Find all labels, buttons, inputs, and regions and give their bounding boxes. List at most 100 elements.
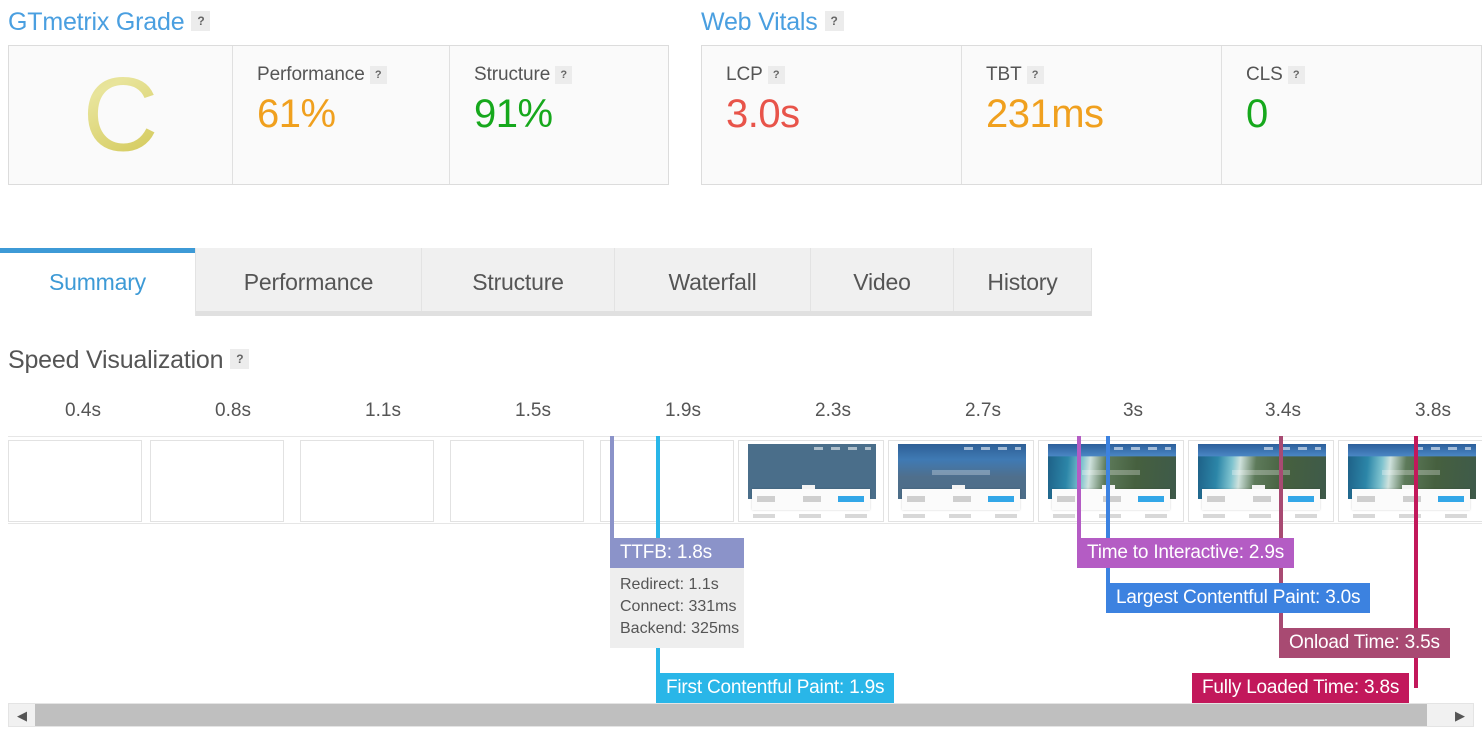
filmstrip-frame[interactable] (1038, 440, 1184, 522)
gtmetrix-grade-heading: GTmetrix Grade? (8, 8, 211, 37)
speed-visualization-body: 0.4s 0.8s 1.1s 1.5s 1.9s 2.3s 2.7s 3s 3.… (8, 400, 1482, 733)
lcp-help-icon[interactable]: ? (767, 66, 785, 84)
structure-label-text: Structure (474, 64, 551, 85)
thumb-form-card (901, 485, 1021, 510)
filmstrip-frame[interactable] (450, 440, 584, 522)
horizontal-scrollbar[interactable]: ◀ ▶ (8, 703, 1474, 727)
tab-structure[interactable]: Structure (422, 248, 615, 316)
speed-visualization-help-icon[interactable]: ? (230, 349, 250, 369)
web-vitals-title: Web Vitals (701, 8, 818, 36)
thumb-nav (963, 446, 1022, 450)
grade-cell: C (9, 46, 233, 184)
lcp-label-text: LCP (726, 64, 763, 85)
tick-0: 0.4s (65, 400, 101, 421)
filmstrip-frame[interactable] (1188, 440, 1334, 522)
tick-1: 0.8s (215, 400, 251, 421)
filmstrip-frame[interactable] (300, 440, 434, 522)
thumb-headline (1082, 469, 1140, 475)
tick-7: 3s (1122, 400, 1144, 421)
page-thumbnail (739, 441, 883, 521)
structure-help-icon[interactable]: ? (555, 66, 573, 84)
cls-help-icon[interactable]: ? (1287, 66, 1305, 84)
cls-value: 0 (1246, 92, 1268, 136)
marker-line-lcp (1106, 436, 1110, 598)
thumb-card-fields (906, 496, 983, 502)
thumb-card-fields (756, 496, 833, 502)
tab-summary[interactable]: Summary (0, 248, 196, 316)
tab-history-label: History (987, 268, 1058, 295)
tick-8: 3.4s (1265, 400, 1301, 421)
tbt-help-icon[interactable]: ? (1026, 66, 1044, 84)
thumb-card-button (1288, 495, 1315, 503)
thumb-card-fields (1056, 496, 1133, 502)
label-largest-contentful-paint[interactable]: Largest Contentful Paint: 3.0s (1106, 583, 1371, 613)
thumb-card-button (1438, 495, 1465, 503)
web-vitals-help-icon[interactable]: ? (824, 11, 844, 31)
tab-history[interactable]: History (954, 248, 1092, 316)
tbt-cell: TBT? 231ms (962, 46, 1222, 184)
tab-performance[interactable]: Performance (196, 248, 422, 316)
performance-label-text: Performance (257, 64, 365, 85)
scroll-left-arrow-icon[interactable]: ◀ (9, 704, 35, 726)
tick-3: 1.5s (515, 400, 551, 421)
scroll-right-arrow-icon[interactable]: ▶ (1447, 704, 1473, 726)
speed-visualization-title: Speed Visualization (8, 346, 224, 374)
ttfb-title: TTFB: 1.8s (610, 538, 744, 568)
tab-video[interactable]: Video (811, 248, 954, 316)
web-vitals-heading: Web Vitals? (701, 8, 844, 37)
gtmetrix-grade-help-icon[interactable]: ? (191, 11, 211, 31)
thumb-form-card (1201, 485, 1321, 510)
thumb-card-button (988, 495, 1015, 503)
tab-structure-label: Structure (472, 268, 564, 295)
thumb-headline (932, 469, 990, 475)
lcp-label: LCP? (726, 64, 961, 86)
page-thumbnail (1189, 441, 1333, 521)
label-time-to-interactive[interactable]: Time to Interactive: 2.9s (1077, 538, 1295, 568)
tbt-value: 231ms (986, 92, 1104, 136)
gtmetrix-grade-title: GTmetrix Grade (8, 8, 185, 36)
performance-value: 61% (257, 92, 336, 136)
tab-waterfall[interactable]: Waterfall (615, 248, 811, 316)
scroll-left-glyph: ◀ (17, 707, 27, 723)
tick-4: 1.9s (665, 400, 701, 421)
filmstrip-frame[interactable] (738, 440, 884, 522)
performance-cell: Performance? 61% (233, 46, 450, 184)
tab-performance-label: Performance (243, 268, 374, 295)
filmstrip-frame[interactable] (8, 440, 142, 522)
page-thumbnail (1039, 441, 1183, 521)
tab-waterfall-label: Waterfall (668, 268, 757, 295)
tbt-label-text: TBT (986, 64, 1022, 85)
thumb-headline (1382, 469, 1440, 475)
scroll-right-glyph: ▶ (1455, 707, 1465, 723)
page-thumbnail (1339, 441, 1482, 521)
gtmetrix-grade-panel: C Performance? 61% Structure? 91% (8, 45, 669, 185)
tab-summary-label: Summary (48, 268, 146, 295)
performance-label: Performance? (257, 64, 449, 86)
scrollbar-track[interactable] (35, 704, 1447, 726)
scrollbar-thumb[interactable] (35, 704, 1427, 726)
filmstrip-frame[interactable] (600, 440, 734, 522)
tab-video-label: Video (853, 268, 911, 295)
filmstrip-frame[interactable] (150, 440, 284, 522)
filmstrip-frame[interactable] (888, 440, 1034, 522)
web-vitals-panel: LCP? 3.0s TBT? 231ms CLS? 0 (701, 45, 1482, 185)
tick-6: 2.7s (965, 400, 1001, 421)
filmstrip-frame[interactable] (1338, 440, 1482, 522)
structure-label: Structure? (474, 64, 668, 86)
ttfb-callout[interactable]: TTFB: 1.8s Redirect: 1.1s Connect: 331ms… (610, 538, 744, 648)
label-onload-time[interactable]: Onload Time: 3.5s (1279, 628, 1450, 658)
marker-line-tti (1077, 436, 1081, 553)
thumb-card-button (1138, 495, 1165, 503)
tick-9: 3.8s (1415, 400, 1451, 421)
thumb-nav (1113, 446, 1172, 450)
label-first-contentful-paint[interactable]: First Contentful Paint: 1.9s (656, 673, 895, 703)
ttfb-redirect: Redirect: 1.1s (620, 576, 719, 593)
structure-value: 91% (474, 92, 553, 136)
label-fully-loaded-time[interactable]: Fully Loaded Time: 3.8s (1192, 673, 1410, 703)
tabs-filler (1092, 248, 1482, 316)
performance-help-icon[interactable]: ? (369, 66, 387, 84)
thumb-card-tab (1401, 485, 1415, 490)
thumb-form-card (751, 485, 871, 510)
thumb-nav (1413, 446, 1472, 450)
tbt-label: TBT? (986, 64, 1221, 86)
